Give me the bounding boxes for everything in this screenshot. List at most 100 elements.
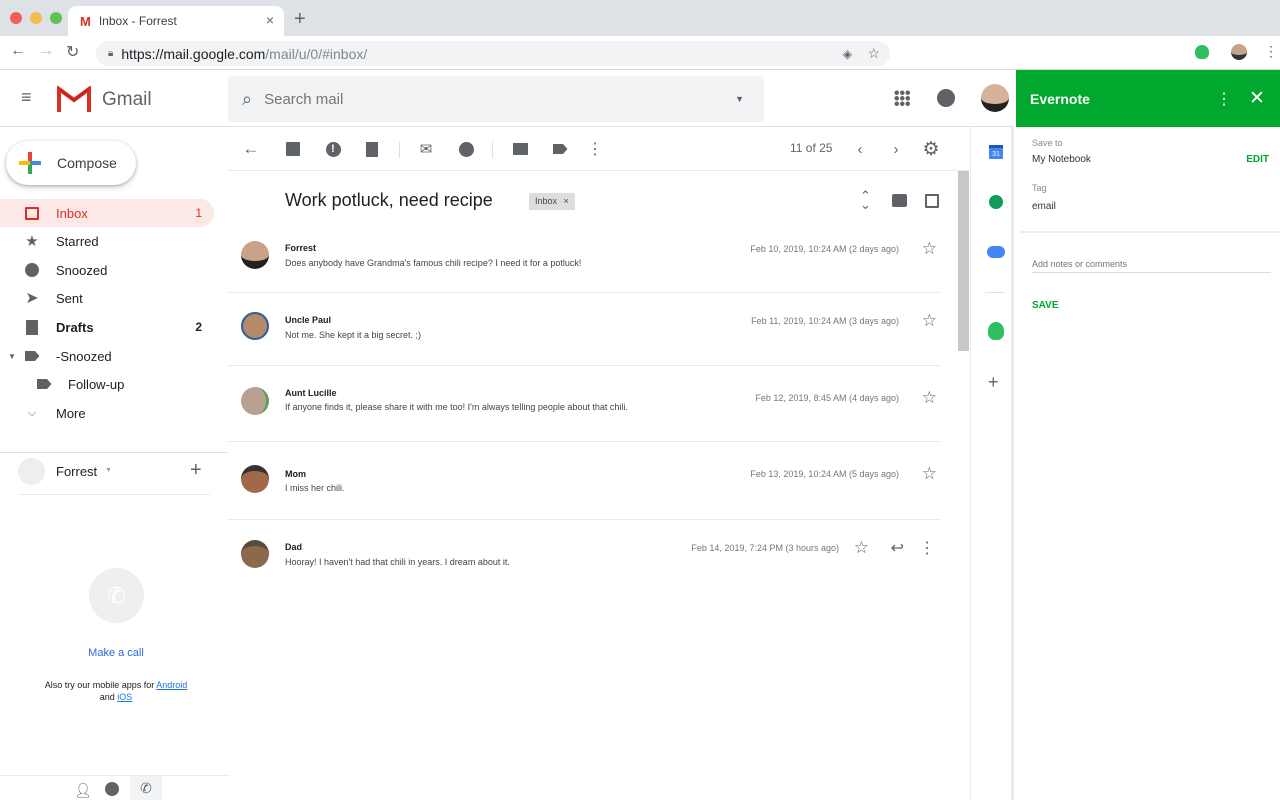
side-apps-rail: 31 + [970,127,1014,800]
sidebar-item-more[interactable]: ⌵ More [0,399,214,427]
url-path: /mail/u/0/#inbox/ [265,45,368,62]
reply-icon[interactable]: ↩ [891,538,904,558]
divider [985,292,1005,293]
message-item[interactable]: Uncle Paul Not me. She kept it a big sec… [228,293,940,366]
toolbar-divider [492,141,493,158]
newer-chevron-icon[interactable]: ‹ [850,139,870,159]
save-button[interactable]: SAVE [1032,300,1059,311]
settings-gear-icon[interactable]: ⚙ [921,139,941,160]
star-icon[interactable]: ☆ [922,311,937,331]
address-bar[interactable]: 🔒︎ https://mail.google.com/mail/u/0/#inb… [96,41,890,66]
notes-input[interactable] [1032,259,1271,273]
divider [0,452,228,453]
window-maximize-button[interactable] [50,12,62,24]
reload-icon[interactable]: ↻ [66,42,79,62]
back-to-inbox-icon[interactable]: ← [241,139,261,159]
message-item[interactable]: Dad Hooray! I haven't had that chili in … [228,520,940,590]
star-icon[interactable]: ☆ [922,388,937,408]
back-icon[interactable]: ← [10,42,26,60]
account-avatar[interactable] [981,84,1009,112]
star-icon: ★ [25,233,39,250]
toolbar-divider [399,141,400,158]
search-bar[interactable]: ⌕ ▼ [228,76,764,122]
apps-grid-icon[interactable] [894,90,910,106]
get-addons-plus-icon[interactable]: + [988,372,999,393]
compose-plus-icon [19,152,41,174]
make-call-link[interactable]: Make a call [0,647,232,659]
account-dropdown-icon[interactable]: ▼ [105,467,112,474]
label-icon[interactable] [550,139,570,159]
star-icon[interactable]: ☆ [854,538,869,558]
browser-menu-icon[interactable]: ⋮ [1264,43,1278,60]
sender-avatar [241,540,269,568]
forward-icon[interactable]: → [38,42,54,60]
inbox-icon [24,205,40,221]
more-options-icon[interactable]: ⋮ [585,139,605,159]
keep-hangouts-icon[interactable] [989,195,1003,209]
older-chevron-icon[interactable]: › [886,139,906,159]
tab-close-icon[interactable]: × [266,12,274,28]
message-item[interactable]: Forrest Does anybody have Grandma's famo… [228,226,940,293]
add-contact-icon[interactable]: + [190,459,202,482]
sidebar-item-snoozed[interactable]: Snoozed [0,256,214,284]
sidebar-item-sent[interactable]: ➤ Sent [0,284,214,312]
sidebar-item-drafts[interactable]: Drafts 2 [0,313,214,341]
compose-label: Compose [57,155,117,171]
print-icon[interactable] [892,194,907,207]
edit-notebook-button[interactable]: EDIT [1246,154,1269,165]
evernote-extension-icon[interactable] [1195,45,1209,59]
sender-avatar [241,241,269,269]
phone-tab-icon[interactable]: ✆ [130,776,162,800]
window-close-button[interactable] [10,12,22,24]
main-menu-icon[interactable]: ≡ [21,87,32,108]
star-icon[interactable]: ☆ [922,239,937,259]
sidebar-item-snoozed-label[interactable]: ▼ -Snoozed [0,342,214,370]
message-item[interactable]: Aunt Lucille If anyone finds it, please … [228,366,940,442]
sender-avatar [241,387,269,415]
delete-icon[interactable] [362,139,382,159]
evernote-close-icon[interactable]: ✕ [1249,87,1265,110]
sidebar-item-follow-up[interactable]: Follow-up [0,370,214,398]
message-item[interactable]: Mom I miss her chili. Feb 13, 2019, 10:2… [228,442,940,520]
bookmark-star-icon[interactable]: ☆ [867,45,880,62]
window-minimize-button[interactable] [30,12,42,24]
evernote-menu-icon[interactable]: ⋮ [1216,89,1232,109]
search-options-icon[interactable]: ▼ [735,94,744,104]
search-input[interactable] [264,90,705,108]
scrollbar-thumb[interactable] [958,171,969,351]
message-more-icon[interactable]: ⋮ [919,538,935,558]
new-tab-button[interactable]: + [294,8,306,31]
expand-all-icon[interactable]: ⌃ ⌄ [860,189,871,211]
thread-view: Work potluck, need recipe Inbox × ⌃ ⌄ For… [228,171,970,800]
divider [18,494,210,495]
hangouts-account[interactable]: Forrest ▼ + [18,458,218,486]
mark-unread-icon[interactable]: ✉ [416,139,436,159]
expand-caret-icon[interactable]: ▼ [8,352,16,361]
url-host: https://mail.google.com [121,45,266,62]
notebook-name: My Notebook [1032,154,1091,165]
notifications-bell-icon[interactable] [937,89,955,107]
browser-tab[interactable]: M Inbox - Forrest × [68,6,284,36]
gmail-logo-text: Gmail [102,89,152,110]
open-new-window-icon[interactable] [925,194,939,208]
profile-avatar[interactable] [1231,44,1247,60]
snooze-clock-icon[interactable] [456,139,476,159]
sidebar-item-inbox[interactable]: Inbox 1 [0,199,214,227]
compose-button[interactable]: Compose [6,141,136,185]
star-icon[interactable]: ☆ [922,464,937,484]
ios-link[interactable]: iOS [117,692,132,702]
report-spam-icon[interactable]: ! [323,139,343,159]
search-icon[interactable]: ⌕ [242,89,252,110]
android-link[interactable]: Android [156,680,187,690]
calendar-icon[interactable]: 31 [989,145,1003,159]
cloud-search-icon[interactable] [987,246,1005,258]
remove-label-icon[interactable]: × [564,196,569,206]
tag-value[interactable]: email [1032,201,1056,212]
evernote-addon-icon[interactable] [988,322,1004,340]
move-to-icon[interactable] [510,139,530,159]
hangouts-icon[interactable] [105,782,119,796]
archive-icon[interactable] [283,139,303,159]
sidebar-item-starred[interactable]: ★ Starred [0,227,214,255]
contacts-icon[interactable]: 👤︎ [74,782,92,799]
extension-diamond-icon[interactable]: ◈ [843,47,852,61]
